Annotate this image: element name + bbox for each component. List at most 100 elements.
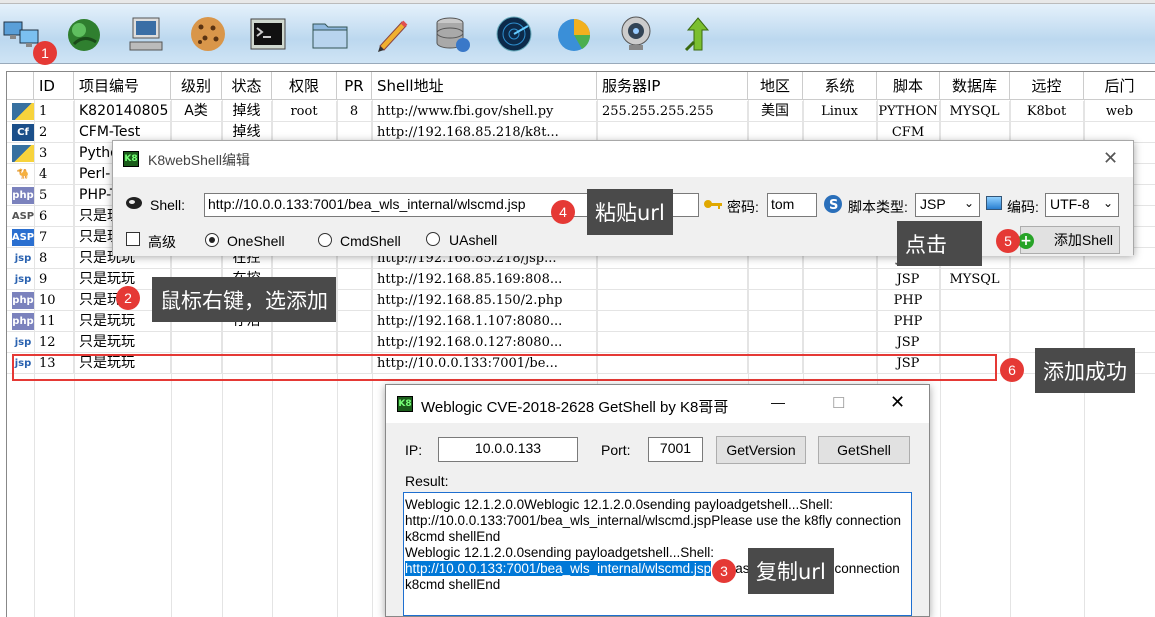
k8-logo-icon: K8 (123, 151, 139, 167)
cell-os (803, 290, 877, 311)
column-header[interactable]: 权限 (272, 72, 337, 100)
cell-url: http://192.168.0.127:8080... (372, 332, 597, 353)
uashell-radio[interactable] (426, 232, 440, 246)
column-header[interactable]: 脚本 (877, 72, 940, 100)
branch-arrow-icon[interactable] (676, 12, 720, 56)
close-icon[interactable]: ✕ (890, 392, 905, 413)
dialog-title: Weblogic CVE-2018-2628 GetShell by K8哥哥 (421, 399, 729, 416)
column-header[interactable]: 服务器IP (597, 72, 748, 100)
green-orb-icon[interactable] (62, 12, 106, 56)
chevron-down-icon: ⌄ (1102, 196, 1113, 210)
cookie-icon[interactable] (186, 12, 230, 56)
add-shell-button[interactable]: 添加Shell (1020, 226, 1120, 254)
cell-proj: 只是玩玩 (74, 332, 171, 353)
minimize-icon[interactable]: — (771, 394, 785, 410)
pencil-edit-icon[interactable] (370, 12, 414, 56)
cell-id: 8 (34, 248, 74, 269)
script-type-select[interactable]: JSP ⌄ (915, 193, 980, 217)
table-row[interactable]: 1 K820140805 A类 掉线 root 8 http://www.fbi.gov/s… (7, 101, 1155, 122)
webcam-icon[interactable] (614, 12, 658, 56)
cell-perm: root (272, 101, 337, 122)
cell-db: MYSQL (940, 101, 1010, 122)
step-badge-4: 4 (551, 200, 575, 224)
cell-id: 6 (34, 206, 74, 227)
cell-bd (1084, 290, 1155, 311)
column-header[interactable]: ID (34, 72, 74, 100)
column-header[interactable]: 级别 (171, 72, 222, 100)
column-header[interactable]: Shell地址 (372, 72, 597, 100)
cell-perm (272, 332, 337, 353)
svg-text:S: S (829, 198, 838, 213)
note-right-click-add: 鼠标右键，选添加 (152, 277, 336, 322)
uashell-label: UAshell (449, 232, 498, 248)
folder-icon[interactable] (308, 12, 352, 56)
result-line: Weblogic 12.1.2.0.0Weblogic 12.1.2.0.0se… (405, 497, 834, 512)
oneshell-radio[interactable] (205, 233, 219, 247)
cell-bd: web (1084, 101, 1155, 122)
cmdshell-radio[interactable] (318, 233, 332, 247)
column-header[interactable]: PR (337, 72, 372, 100)
encoding-icon (986, 196, 1002, 210)
cell-url: http://192.168.1.107:8080... (372, 311, 597, 332)
script-type-label: 脚本类型: (848, 199, 908, 215)
cell-region (748, 311, 803, 332)
cell-ip (597, 269, 748, 290)
getshell-button[interactable]: GetShell (818, 436, 910, 464)
step-badge-3: 3 (712, 559, 736, 583)
cell-url: http://192.168.85.169:808... (372, 269, 597, 290)
pie-chart-icon[interactable] (552, 12, 596, 56)
cf-icon: Cf (12, 124, 34, 141)
result-line: http://10.0.0.133:7001/bea_wls_internal/… (405, 513, 902, 528)
cell-id: 9 (34, 269, 74, 290)
database-icon[interactable] (430, 12, 474, 56)
column-header[interactable]: 系统 (803, 72, 877, 100)
advanced-checkbox[interactable] (126, 232, 140, 246)
column-header[interactable]: 地区 (748, 72, 803, 100)
getversion-button[interactable]: GetVersion (716, 436, 806, 464)
maximize-icon[interactable]: ☐ (832, 394, 845, 412)
key-icon (704, 200, 722, 209)
column-header[interactable]: 状态 (222, 72, 272, 100)
cell-ip (597, 290, 748, 311)
computer-terminal-icon[interactable] (124, 12, 168, 56)
note-paste-url: 粘贴url (587, 189, 673, 235)
python-icon (12, 103, 34, 120)
php-icon: php (12, 292, 34, 309)
camel-icon: 🐪 (12, 166, 34, 183)
cell-os (803, 311, 877, 332)
column-header[interactable]: 远控 (1010, 72, 1084, 100)
password-input[interactable]: tom (767, 193, 817, 217)
cell-pr (337, 332, 372, 353)
result-line: Weblogic 12.1.2.0.0sending payloadgetshe… (405, 545, 714, 560)
cell-os (803, 269, 877, 290)
ip-input[interactable]: 10.0.0.133 (438, 437, 578, 462)
encoding-select[interactable]: UTF-8 ⌄ (1045, 193, 1119, 217)
script-type-value: JSP (920, 196, 946, 212)
cell-pr (337, 290, 372, 311)
column-header[interactable]: 数据库 (940, 72, 1010, 100)
table-row[interactable]: jsp 12 只是玩玩 http://192.168.0.127:8080... JSP (7, 332, 1155, 353)
cell-pr (337, 269, 372, 290)
result-label: Result: (405, 473, 449, 489)
cell-level (171, 332, 222, 353)
column-header[interactable]: 项目编号 (74, 72, 171, 100)
selected-url-text[interactable]: http://10.0.0.133:7001/bea_wls_internal/… (405, 561, 712, 576)
cell-script: JSP (877, 332, 940, 353)
close-icon[interactable]: ✕ (1103, 148, 1118, 169)
cell-status (222, 332, 272, 353)
jsp-icon: jsp (12, 250, 34, 267)
cell-script: PHP (877, 290, 940, 311)
cell-url: http://www.fbi.gov/shell.py (372, 101, 597, 122)
cell-db (940, 332, 1010, 353)
header-icon-column[interactable] (7, 72, 34, 100)
cell-id: 4 (34, 164, 74, 185)
cell-pr (337, 311, 372, 332)
radar-scan-icon[interactable] (492, 12, 536, 56)
result-textarea[interactable]: Weblogic 12.1.2.0.0Weblogic 12.1.2.0.0se… (403, 492, 912, 616)
column-header[interactable]: 后门 (1084, 72, 1155, 100)
cell-os (803, 332, 877, 353)
port-input[interactable]: 7001 (648, 437, 703, 462)
result-line: http://10.0.0.133:7001/bea_wls_internal/… (405, 561, 910, 577)
python-icon (12, 145, 34, 162)
console-icon[interactable] (246, 12, 290, 56)
